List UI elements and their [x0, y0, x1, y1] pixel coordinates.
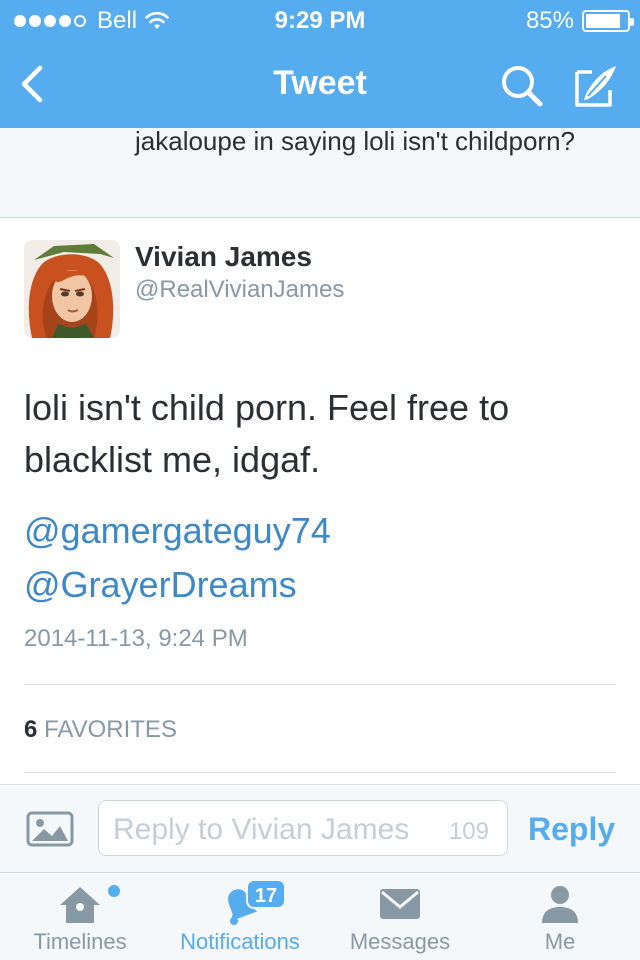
tab-messages[interactable]: Messages [320, 873, 480, 960]
tab-timelines[interactable]: Timelines [0, 873, 160, 960]
reply-bar: Reply to Vivian James 109 Reply [0, 784, 640, 872]
author-name[interactable]: Vivian James [135, 241, 312, 273]
home-icon [60, 887, 100, 923]
search-icon[interactable] [498, 62, 546, 110]
tab-label: Timelines [33, 929, 127, 954]
character-counter: 109 [448, 818, 489, 845]
divider [24, 772, 616, 773]
previous-tweet-text: jakaloupe in saying loli isn't childporn… [135, 128, 576, 156]
avatar-image [24, 240, 120, 338]
favorites-label: FAVORITES [44, 716, 177, 743]
tab-me[interactable]: Me [480, 873, 640, 960]
tab-notifications[interactable]: 17 Notifications [160, 873, 320, 960]
battery-icon [582, 10, 634, 32]
tab-label: Notifications [180, 929, 300, 954]
mention-link[interactable]: @gamergateguy74 [24, 504, 331, 558]
tweet-timestamp: 2014-11-13, 9:24 PM [24, 625, 248, 652]
previous-tweet[interactable]: jakaloupe in saying loli isn't childporn… [0, 128, 640, 218]
tweet-mentions: @gamergateguy74 @GrayerDreams [24, 504, 331, 612]
reply-placeholder: Reply to Vivian James [113, 813, 410, 846]
battery-status: 85% [525, 7, 634, 35]
envelope-icon [380, 889, 420, 919]
avatar[interactable] [24, 240, 120, 338]
compose-quill-icon[interactable] [572, 62, 620, 110]
battery-level [586, 14, 620, 28]
new-content-dot [108, 885, 120, 897]
person-icon [542, 886, 578, 923]
favorites-stat[interactable]: 6 FAVORITES [24, 716, 177, 744]
reply-button[interactable]: Reply [528, 811, 615, 848]
favorites-count: 6 [24, 716, 38, 743]
notification-badge: 17 [246, 879, 286, 909]
tweet-text: loli isn't child porn. Feel free to blac… [24, 387, 510, 480]
tab-bar: Timelines 17 Notifications Messages Me [0, 872, 640, 960]
divider [24, 684, 616, 685]
mention-link[interactable]: @GrayerDreams [24, 558, 331, 612]
reply-input[interactable]: Reply to Vivian James 109 [98, 800, 508, 856]
author-handle[interactable]: @RealVivianJames [135, 276, 344, 304]
photo-icon[interactable] [26, 811, 74, 847]
tab-label: Me [544, 929, 576, 954]
top-bar: Bell 9:29 PM 85% Tweet [0, 0, 640, 128]
tab-label: Messages [349, 929, 451, 954]
status-bar: Bell 9:29 PM 85% [0, 0, 640, 40]
nav-bar: Tweet [0, 40, 640, 128]
battery-percent: 85% [525, 7, 574, 34]
